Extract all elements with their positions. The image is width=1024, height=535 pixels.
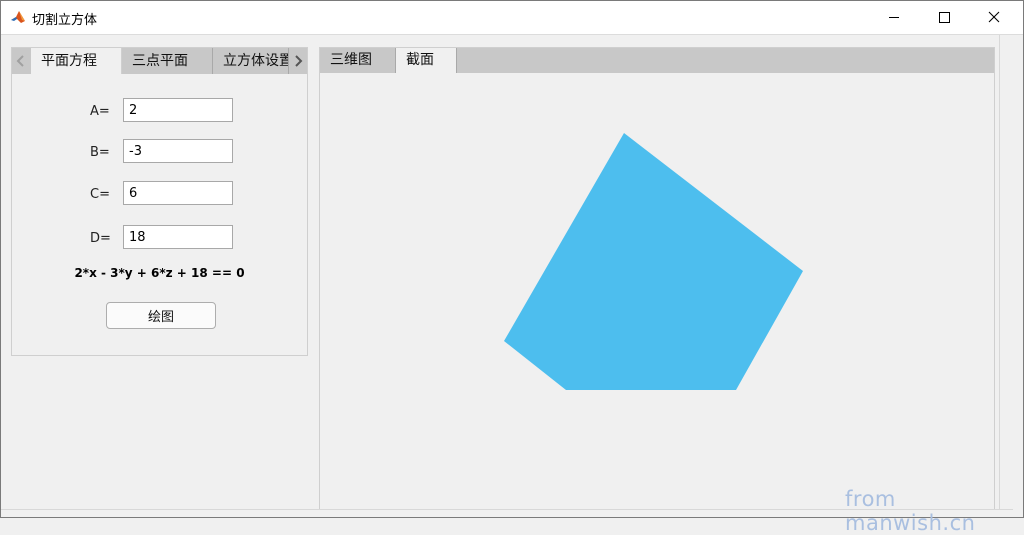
coef-c-input[interactable] <box>123 181 233 205</box>
left-tab-strip: 平面方程 三点平面 立方体设置 <box>12 48 307 74</box>
coef-d-label: D= <box>90 231 111 246</box>
tab-label: 三点平面 <box>132 53 188 69</box>
matlab-app-icon <box>10 9 26 25</box>
close-button[interactable] <box>971 1 1017 34</box>
tab-scroll-right-button[interactable] <box>289 48 307 74</box>
left-tab-group: 平面方程 三点平面 立方体设置 A= B= C= D= 2*x - 3*y + … <box>11 47 308 356</box>
tab-scroll-left-button[interactable] <box>12 48 30 74</box>
tab-label: 三维图 <box>330 52 372 68</box>
coef-c-label: C= <box>90 187 110 202</box>
coef-d-input[interactable] <box>123 225 233 249</box>
app-window: 切割立方体 平面方程 三点平面 立方体设置 A= 2 B= -3 C= 6 D=… <box>0 0 1024 518</box>
coef-b-input[interactable] <box>123 139 233 163</box>
plane-equation-text: 2*x - 3*y + 6*z + 18 == 0 <box>74 266 245 280</box>
right-tab-strip: 三维图 截面 <box>320 48 994 73</box>
coef-a-label: A= <box>90 104 110 119</box>
title-bar: 切割立方体 <box>1 1 1023 35</box>
maximize-button[interactable] <box>921 1 967 34</box>
watermark-text: from manwish.cn <box>845 487 976 535</box>
tab-label: 平面方程 <box>41 53 97 69</box>
plot-button[interactable]: 绘图 <box>106 302 216 329</box>
tab-plane-equation[interactable]: 平面方程 <box>31 48 122 74</box>
tab-3d-view[interactable]: 三维图 <box>320 48 396 73</box>
tab-label: 截面 <box>406 52 434 68</box>
vertical-scrollbar[interactable] <box>999 35 1014 509</box>
section-plot-area <box>320 74 994 510</box>
close-icon <box>988 11 1000 23</box>
cross-section-polygon <box>504 133 803 390</box>
right-tab-group: 三维图 截面 <box>319 47 995 511</box>
tab-cube-settings[interactable]: 立方体设置 <box>213 48 289 74</box>
chevron-right-icon <box>295 55 303 67</box>
minimize-button[interactable] <box>871 1 917 34</box>
minimize-icon <box>889 17 899 18</box>
chevron-left-icon <box>16 55 24 67</box>
tab-cross-section[interactable]: 截面 <box>396 48 457 73</box>
tab-three-point-plane[interactable]: 三点平面 <box>122 48 213 74</box>
section-plot <box>504 133 803 390</box>
window-title: 切割立方体 <box>32 13 98 28</box>
tab-label: 立方体设置 <box>223 53 289 69</box>
coef-a-input[interactable] <box>123 98 233 122</box>
maximize-icon <box>939 12 950 23</box>
coef-b-label: B= <box>90 145 110 160</box>
